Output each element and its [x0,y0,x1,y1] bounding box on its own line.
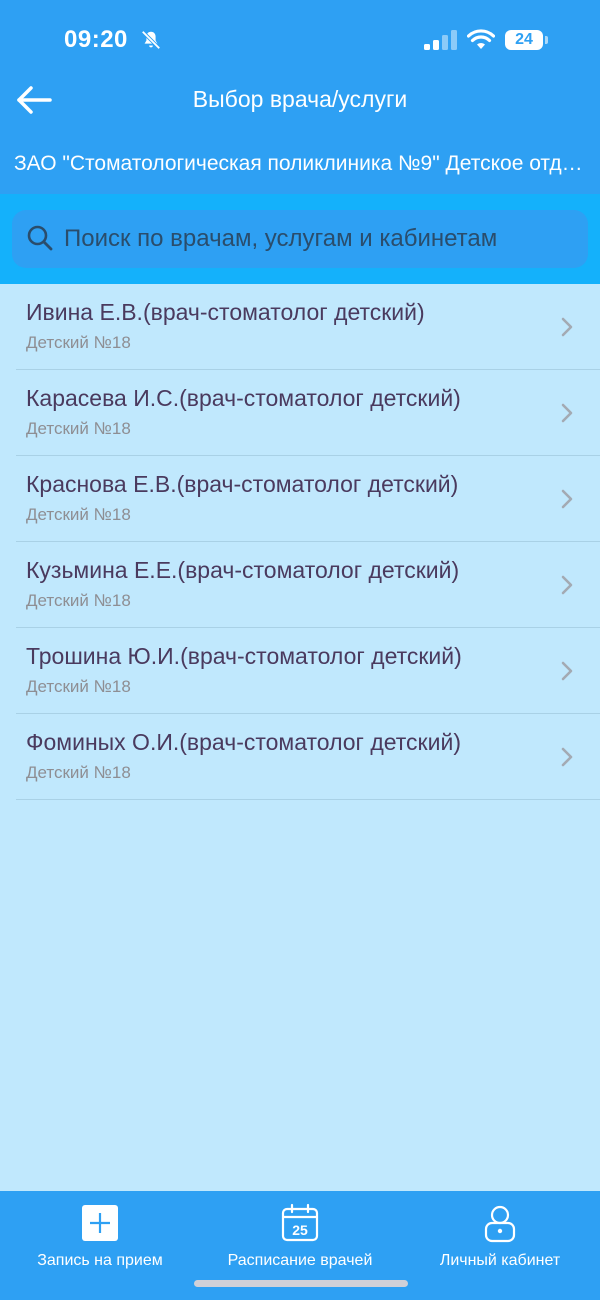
search-area [0,194,600,284]
doctor-room: Детский №18 [26,505,131,524]
doctor-name: Фоминых О.И.(врач-стоматолог детский) [26,729,461,755]
doctor-row[interactable]: Краснова Е.В.(врач-стоматолог детский) Д… [16,456,600,542]
doctor-name: Кузьмина Е.Е.(врач-стоматолог детский) [26,557,460,583]
tab-account[interactable]: Личный кабинет [400,1191,600,1300]
doctor-name: Карасева И.С.(врач-стоматолог детский) [26,385,461,411]
chevron-right-icon [561,489,573,509]
tab-label: Личный кабинет [439,1252,561,1269]
chevron-right-icon [561,317,573,337]
cellular-signal-icon [424,30,457,50]
doctor-row[interactable]: Фоминых О.И.(врач-стоматолог детский) Де… [16,714,600,800]
doctor-row[interactable]: Трошина Ю.И.(врач-стоматолог детский) Де… [16,628,600,714]
chevron-right-icon [561,403,573,423]
chevron-right-icon [561,661,573,681]
doctor-list: Ивина Е.В.(врач-стоматолог детский) Детс… [0,284,600,800]
plus-square-icon [82,1205,118,1241]
doctor-room: Детский №18 [26,677,131,696]
home-indicator [194,1280,408,1287]
doctor-row[interactable]: Карасева И.С.(врач-стоматолог детский) Д… [16,370,600,456]
status-time: 09:20 [64,26,128,53]
chevron-right-icon [561,575,573,595]
battery-indicator: 24 [505,30,543,50]
tab-label: Расписание врачей [227,1252,373,1269]
status-bar: 09:20 24 [0,0,600,58]
doctor-name: Ивина Е.В.(врач-стоматолог детский) [26,299,425,325]
doctor-room: Детский №18 [26,591,131,610]
tab-appointment[interactable]: Запись на прием [0,1191,200,1300]
doctor-row[interactable]: Ивина Е.В.(врач-стоматолог детский) Детс… [16,284,600,370]
user-lock-icon [484,1205,516,1243]
search-field[interactable] [12,210,588,268]
wifi-icon [467,29,495,49]
clinic-bar: ЗАО "Стоматологическая поликлиника №9" Д… [0,140,600,194]
page-title: Выбор врача/услуги [192,86,408,112]
calendar-icon: 25 [281,1203,319,1242]
clinic-name: ЗАО "Стоматологическая поликлиника №9" Д… [14,152,588,175]
doctor-row[interactable]: Кузьмина Е.Е.(врач-стоматолог детский) Д… [16,542,600,628]
doctor-room: Детский №18 [26,763,131,782]
doctor-room: Детский №18 [26,419,131,438]
doctor-name: Краснова Е.В.(врач-стоматолог детский) [26,471,459,497]
search-input[interactable] [64,210,579,268]
bell-off-icon [141,30,161,50]
tab-label: Запись на прием [37,1252,163,1269]
battery-cap [545,36,548,44]
doctor-name: Трошина Ю.И.(врач-стоматолог детский) [26,643,462,669]
navigation-bar: Выбор врача/услуги [0,58,600,140]
search-icon [27,225,53,251]
calendar-day: 25 [292,1222,308,1238]
chevron-right-icon [561,747,573,767]
doctor-room: Детский №18 [26,333,131,352]
